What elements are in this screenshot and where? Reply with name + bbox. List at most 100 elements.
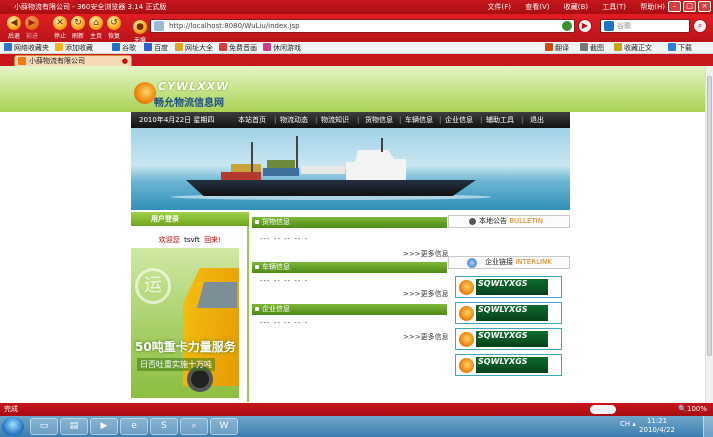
logo-chinese: 畅允物流信息网 xyxy=(154,98,224,109)
banner-image xyxy=(131,128,570,210)
address-bar[interactable]: http://localhost:8080/WuLiu/index.jsp xyxy=(150,19,575,33)
scrollbar-thumb[interactable] xyxy=(707,76,712,356)
welcome-username: tsvft xyxy=(184,236,200,244)
go-arrow-icon[interactable]: ▶ xyxy=(578,19,592,33)
taskbar-word-icon[interactable]: W xyxy=(210,418,238,435)
search-placeholder: 谷歌 xyxy=(617,22,631,30)
search-input[interactable]: 谷歌 xyxy=(600,19,690,33)
promo-slogan: 50吨重卡力量服务 xyxy=(135,340,236,354)
download-button[interactable]: 下载 xyxy=(668,42,692,54)
forward-icon: ▶ xyxy=(25,16,39,30)
save-article-button[interactable]: 收藏正文 xyxy=(614,42,652,54)
go-icon[interactable] xyxy=(562,21,572,31)
menu-favorites[interactable]: 收藏(B) xyxy=(564,3,588,11)
section-cargo-more[interactable]: >>>更多信息 xyxy=(403,249,449,259)
forward-button[interactable]: ▶ 前进 xyxy=(22,14,42,40)
taskbar-clock[interactable]: 11:21 2010/4/22 xyxy=(627,417,687,437)
logo-sun-icon xyxy=(134,82,156,104)
menu-file[interactable]: 文件(F) xyxy=(488,3,512,11)
scissors-icon xyxy=(580,43,588,51)
section-company-header: 企业信息 xyxy=(252,304,447,315)
sponsor-link[interactable]: SQWLYXGS xyxy=(455,328,562,350)
menu-view[interactable]: 查看(V) xyxy=(525,3,549,11)
fav-free-music[interactable]: 免费音画 xyxy=(219,42,257,54)
taskbar-explorer-icon[interactable]: ▭ xyxy=(30,418,58,435)
menu-help[interactable]: 帮助(H) xyxy=(640,3,665,11)
transport-seal: 运 xyxy=(135,268,171,304)
section-company-more[interactable]: >>>更多信息 xyxy=(403,332,449,342)
page-favicon-icon xyxy=(154,21,164,31)
section-vehicle-header: 车辆信息 xyxy=(252,262,447,273)
taskbar-folder-icon[interactable]: ▤ xyxy=(60,418,88,435)
google-icon xyxy=(112,43,120,51)
fav-url-directory[interactable]: 网址大全 xyxy=(175,42,213,54)
vertical-scrollbar[interactable] xyxy=(705,66,713,403)
ship-bridge xyxy=(346,150,406,180)
window-title-bar: 小薛物流有限公司 - 360安全浏览器 3.14 正式版 文件(F) 查看(V)… xyxy=(0,0,713,14)
sponsor-logo-icon xyxy=(459,358,474,373)
sponsor-link[interactable]: SQWLYXGS xyxy=(455,276,562,298)
stop-button[interactable]: ✕ 停止 xyxy=(50,14,70,40)
nav-vehicle-info[interactable]: 车辆信息 xyxy=(405,112,433,128)
nav-logout[interactable]: 退出 xyxy=(530,112,544,128)
site-header xyxy=(0,66,705,112)
current-date: 2010年4月22日 星期四 xyxy=(139,116,215,124)
sponsor-link[interactable]: SQWLYXGS xyxy=(455,302,562,324)
taskbar-browser-icon[interactable]: e xyxy=(120,418,148,435)
taskbar-search-icon[interactable]: ⌕ xyxy=(180,418,208,435)
zoom-level[interactable]: 🔍100% xyxy=(678,403,707,416)
nav-company-info[interactable]: 企业信息 xyxy=(445,112,473,128)
nav-home[interactable]: 本站首页 xyxy=(238,112,266,128)
bookmark-icon xyxy=(614,43,622,51)
tab-active[interactable]: 小薛物流有限公司 ● xyxy=(14,55,132,66)
promo-truck-image: 运 50吨重卡力量服务 日否吐重实施十万吨 xyxy=(131,248,239,398)
taskbar-app-icon[interactable]: S xyxy=(150,418,178,435)
sponsor-link[interactable]: SQWLYXGS xyxy=(455,354,562,376)
nav-tools[interactable]: 辅助工具 xyxy=(486,112,514,128)
screenshot-button[interactable]: 截图 xyxy=(580,42,604,54)
window-controls: – □ × xyxy=(668,1,711,12)
home-button[interactable]: ⌂ 主页 xyxy=(86,14,106,40)
game-icon xyxy=(263,43,271,51)
speed-indicator-icon[interactable] xyxy=(590,405,616,414)
refresh-button[interactable]: ↻ 刷新 xyxy=(68,14,88,40)
nav-logistics-news[interactable]: 物流动态 xyxy=(280,112,308,128)
incognito-button[interactable]: ● 无痕 xyxy=(130,18,150,44)
clock-date: 2010/4/22 xyxy=(639,426,675,434)
nav-logistics-knowledge[interactable]: 物流知识 xyxy=(321,112,349,128)
favorites-bar: 网络收藏夹 添加收藏 谷歌 百度 网址大全 免费音画 休闲游戏 翻译 截图 收藏… xyxy=(0,42,713,54)
fav-add[interactable]: 添加收藏 xyxy=(55,42,93,54)
fav-baidu[interactable]: 百度 xyxy=(144,42,168,54)
maximize-icon[interactable]: □ xyxy=(683,1,696,12)
fav-casual-games[interactable]: 休闲游戏 xyxy=(263,42,301,54)
translate-button[interactable]: 翻译 xyxy=(545,42,569,54)
star-icon xyxy=(55,43,63,51)
nav-cargo-info[interactable]: 货物信息 xyxy=(365,112,393,128)
tab-close-icon[interactable]: ● xyxy=(122,56,128,66)
section-vehicle-more[interactable]: >>>更多信息 xyxy=(403,289,449,299)
fav-google[interactable]: 谷歌 xyxy=(112,42,136,54)
minimize-icon[interactable]: – xyxy=(668,1,681,12)
close-icon[interactable]: × xyxy=(698,1,711,12)
restore-icon: ↺ xyxy=(107,16,121,30)
back-button[interactable]: ◀ 后退 xyxy=(4,14,24,40)
show-desktop-button[interactable] xyxy=(703,416,713,437)
bullet-icon xyxy=(255,265,259,269)
download-icon xyxy=(668,43,676,51)
tab-label: 小薛物流有限公司 xyxy=(29,57,85,65)
menu-tools[interactable]: 工具(T) xyxy=(602,3,626,11)
windows-taskbar: ▭ ▤ ▶ e S ⌕ W CH ▴ 11:21 2010/4/22 xyxy=(0,416,713,437)
sponsor-logo-icon xyxy=(459,332,474,347)
site-logo: CYWLXXW 畅允物流信息网 xyxy=(134,80,244,110)
start-button-icon[interactable] xyxy=(2,417,24,436)
restore-button[interactable]: ↺ 恢复 xyxy=(104,14,124,40)
clock-time: 11:21 xyxy=(646,417,668,425)
search-icon[interactable]: ⌕ xyxy=(693,19,707,33)
taskbar-media-icon[interactable]: ▶ xyxy=(90,418,118,435)
logo-english: CYWLXXW xyxy=(158,80,230,93)
fav-network-favorites[interactable]: 网络收藏夹 xyxy=(4,42,49,54)
folder-icon xyxy=(4,43,12,51)
interlink-header: 企业链接 INTERLINK xyxy=(448,256,570,269)
address-text: http://localhost:8080/WuLiu/index.jsp xyxy=(169,22,300,30)
back-icon: ◀ xyxy=(7,16,21,30)
